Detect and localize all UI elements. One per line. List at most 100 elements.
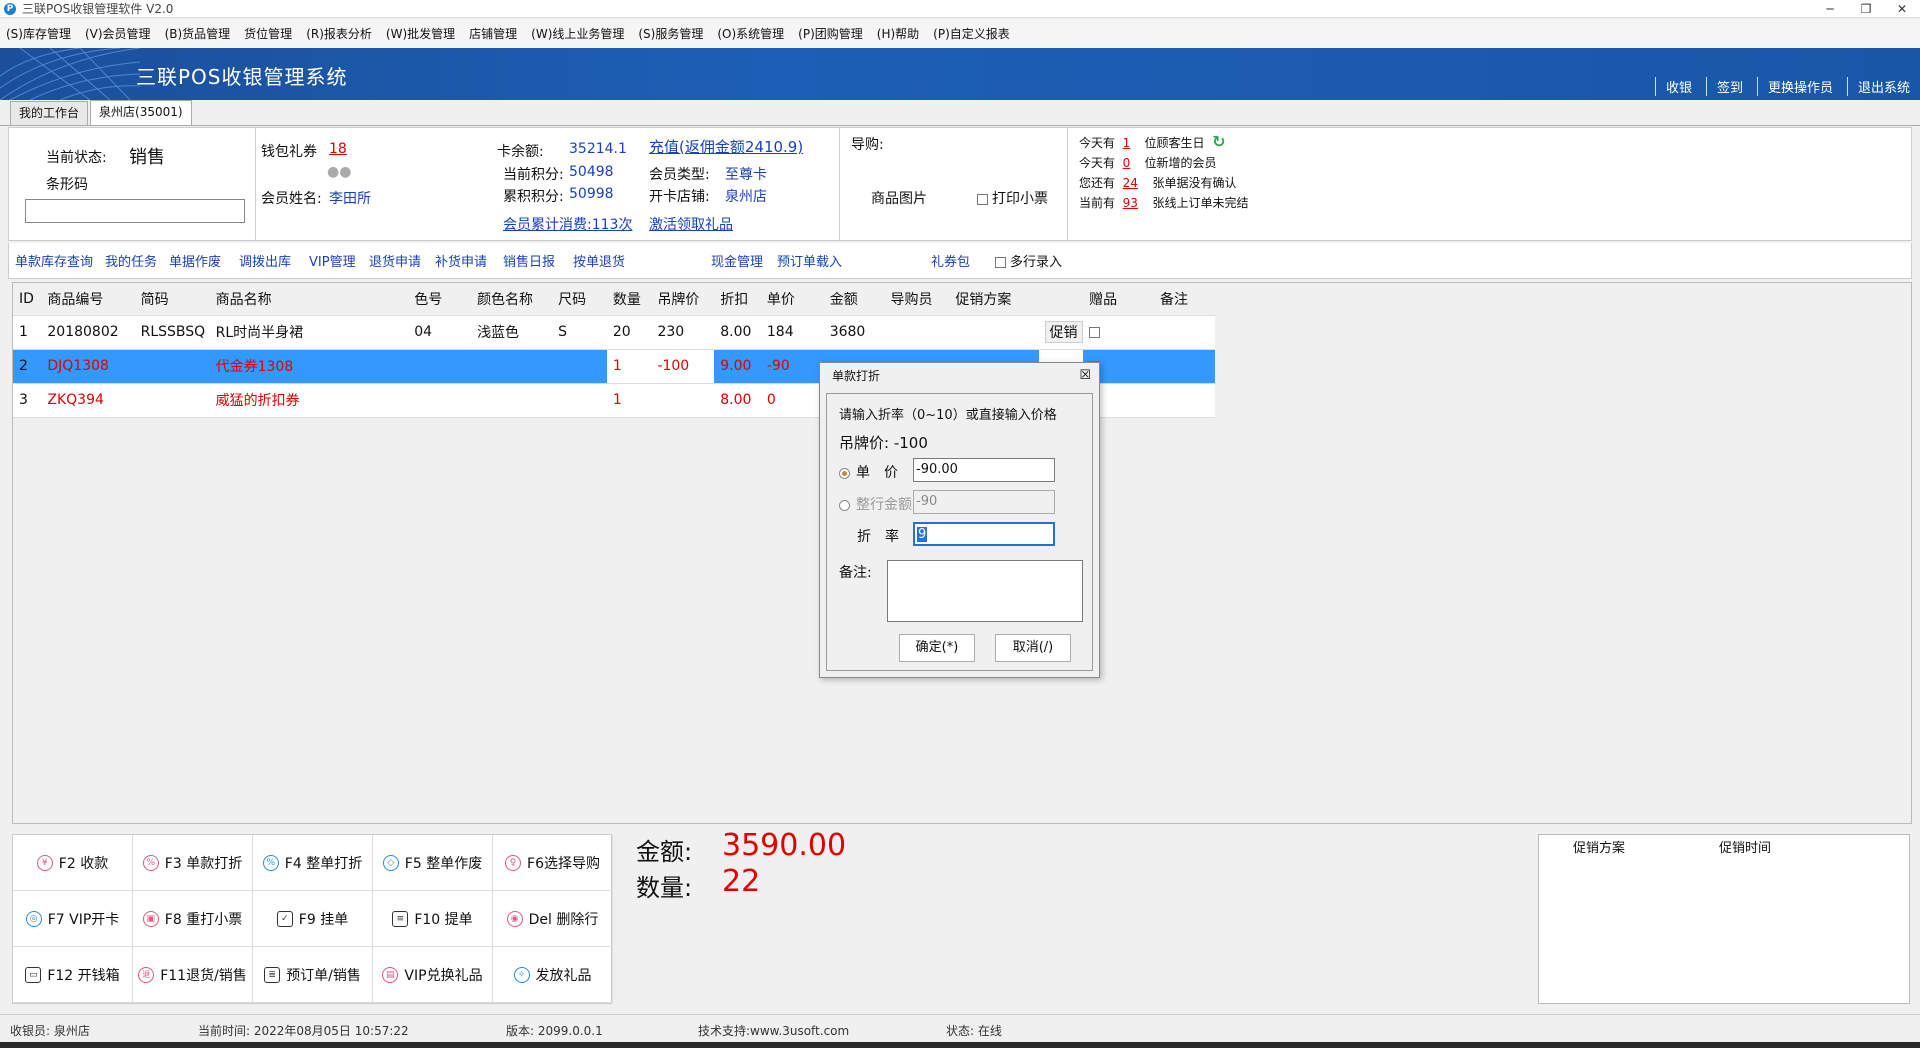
f9-hold-order-button[interactable]: ✓ F9 挂单 [253, 891, 373, 947]
f8-reprint-button[interactable]: ▣ F8 重打小票 [133, 891, 253, 947]
rate-input[interactable]: 9 [913, 522, 1055, 546]
notice-post: 张单据没有确认 [1152, 176, 1237, 190]
close-icon[interactable]: ✕ [1884, 0, 1920, 18]
cell-id: 1 [13, 315, 42, 350]
return-request-link[interactable]: 退货申请 [369, 251, 421, 270]
change-operator-link[interactable]: 更换操作员 [1756, 77, 1839, 96]
exit-system-link[interactable]: 退出系统 [1846, 77, 1916, 96]
void-doc-link[interactable]: 单据作废 [169, 251, 221, 270]
f3-item-discount-button[interactable]: % F3 单款打折 [133, 835, 253, 891]
cell-unit-price[interactable]: 184 [760, 315, 824, 350]
refresh-icon[interactable]: ↻ [1212, 132, 1225, 151]
return-by-order-link[interactable]: 按单退货 [573, 251, 625, 270]
preorder-load-link[interactable]: 预订单载入 [777, 251, 842, 270]
activate-gift-link[interactable]: 激活领取礼品 [649, 214, 733, 234]
gift-checkbox[interactable] [1089, 326, 1101, 338]
cell-guide[interactable] [884, 315, 950, 350]
col-note: 备注 [1154, 283, 1215, 316]
menu-wholesale[interactable]: (W)批发管理 [386, 25, 455, 42]
f10-retrieve-order-button[interactable]: ≡ F10 提单 [373, 891, 493, 947]
menu-system[interactable]: (O)系统管理 [717, 25, 784, 42]
cell-qty[interactable]: 1 [606, 349, 652, 384]
menu-online[interactable]: (W)线上业务管理 [531, 25, 624, 42]
f7-vip-card-button[interactable]: ◎ F7 VIP开卡 [13, 891, 133, 947]
ok-button[interactable]: 确定(*) [899, 634, 975, 662]
cell-code: ZKQ394 [41, 383, 135, 418]
cancel-button[interactable]: 取消(/) [995, 634, 1071, 662]
multi-row-entry-checkbox[interactable]: 多行录入 [995, 251, 1062, 270]
cell-code: DJQ1308 [41, 349, 135, 384]
menu-custom-report[interactable]: (P)自定义报表 [933, 25, 1010, 42]
cash-manage-link[interactable]: 现金管理 [711, 251, 763, 270]
menu-member[interactable]: (V)会员管理 [85, 25, 151, 42]
notice-num[interactable]: 1 [1123, 133, 1141, 153]
vip-manage-link[interactable]: VIP管理 [309, 251, 356, 270]
vip-gift-exchange-button[interactable]: ▤ VIP兑换礼品 [373, 947, 493, 1003]
menu-goods[interactable]: (B)货品管理 [165, 25, 231, 42]
restore-icon[interactable]: ❐ [1848, 0, 1884, 18]
table-row[interactable]: 1 20180802 RLSSBSQ RL时尚半身裙 04 浅蓝色 S 20 2… [13, 315, 1215, 350]
cell-note[interactable] [1154, 383, 1215, 418]
transfer-out-link[interactable]: 调拨出库 [239, 251, 291, 270]
minimize-icon[interactable]: ─ [1812, 0, 1848, 18]
menu-store[interactable]: 店铺管理 [469, 25, 517, 42]
cell-qty[interactable]: 20 [606, 315, 652, 350]
menu-service[interactable]: (S)服务管理 [638, 25, 703, 42]
radio-on-icon [839, 467, 850, 479]
wallet-value[interactable]: 18 [329, 141, 347, 157]
row-amount-input[interactable]: -90 [913, 490, 1055, 514]
issue-gift-button[interactable]: ✧ 发放礼品 [493, 947, 613, 1003]
notice-num[interactable]: 0 [1123, 153, 1141, 173]
recharge-link[interactable]: 充值(返佣金额2410.9) [649, 136, 803, 157]
menu-location[interactable]: 货位管理 [244, 25, 292, 42]
cell-note[interactable] [1154, 315, 1215, 350]
radio-off-icon [839, 499, 850, 511]
menu-inventory[interactable]: (S)库存管理 [6, 25, 71, 42]
f5-void-order-button[interactable]: ◇ F5 整单作废 [373, 835, 493, 891]
cell-discount[interactable]: 8.00 [714, 383, 761, 418]
note-textarea[interactable] [887, 560, 1083, 622]
notice-num[interactable]: 24 [1123, 173, 1149, 193]
notice-item: 您还有 24 张单据没有确认 [1079, 173, 1249, 193]
f2-checkout-button[interactable]: ¥ F2 收款 [13, 835, 133, 891]
cell-discount[interactable]: 8.00 [714, 315, 761, 350]
f11-return-button[interactable]: 退 F11退货/销售 [133, 947, 253, 1003]
del-delete-row-button[interactable]: ◉ Del 删除行 [493, 891, 613, 947]
cell-discount[interactable]: 9.00 [714, 349, 761, 384]
cell-qty[interactable]: 1 [606, 383, 652, 418]
preorder-sale-button[interactable]: ≣ 预订单/销售 [253, 947, 373, 1003]
promo-button[interactable]: 促销 [1044, 321, 1083, 343]
row-amount-radio[interactable]: 整行金额 [839, 494, 912, 514]
notice-num[interactable]: 93 [1123, 193, 1149, 213]
f6-select-guide-button[interactable]: ♀ F6选择导购 [493, 835, 613, 891]
checkin-link[interactable]: 签到 [1705, 77, 1749, 96]
tab-store[interactable]: 泉州店(35001) [90, 100, 192, 125]
unit-price-radio[interactable]: 单 价 [839, 462, 898, 482]
tab-workbench[interactable]: 我的工作台 [10, 101, 89, 125]
menu-groupbuy[interactable]: (P)团购管理 [798, 25, 863, 42]
stock-query-link[interactable]: 单款库存查询 [15, 251, 93, 270]
cell-id: 3 [13, 383, 42, 418]
restock-request-link[interactable]: 补货申请 [435, 251, 487, 270]
f12-open-cashbox-button[interactable]: ▭ F12 开钱箱 [13, 947, 133, 1003]
gift-exchange-icon: ▤ [382, 966, 399, 983]
f4-order-discount-button[interactable]: % F4 整单打折 [253, 835, 373, 891]
my-tasks-link[interactable]: 我的任务 [105, 251, 157, 270]
cell-id: 2 [13, 349, 42, 384]
voucher-pack-link[interactable]: 礼券包 [931, 251, 970, 270]
menu-help[interactable]: (H)帮助 [877, 25, 919, 42]
cell-unit-price[interactable]: -90 [760, 349, 824, 384]
dialog-close-icon[interactable]: ☒ [1079, 363, 1091, 389]
menu-reports[interactable]: (R)报表分析 [306, 25, 372, 42]
daily-sales-link[interactable]: 销售日报 [503, 251, 555, 270]
unit-price-input[interactable]: -90.00 [913, 458, 1055, 482]
wallet-label: 钱包礼券 [261, 144, 317, 160]
consume-count-link[interactable]: 会员累计消费:113次 [503, 214, 632, 234]
cell-note[interactable] [1154, 349, 1215, 384]
cell-unit-price[interactable]: 0 [760, 383, 824, 418]
barcode-input[interactable] [25, 199, 245, 223]
cashier-link[interactable]: 收银 [1654, 77, 1698, 96]
wechat-icon[interactable]: ●● [327, 164, 351, 180]
cell-color-no [408, 349, 472, 384]
print-receipt-checkbox[interactable]: 打印小票 [977, 188, 1048, 208]
